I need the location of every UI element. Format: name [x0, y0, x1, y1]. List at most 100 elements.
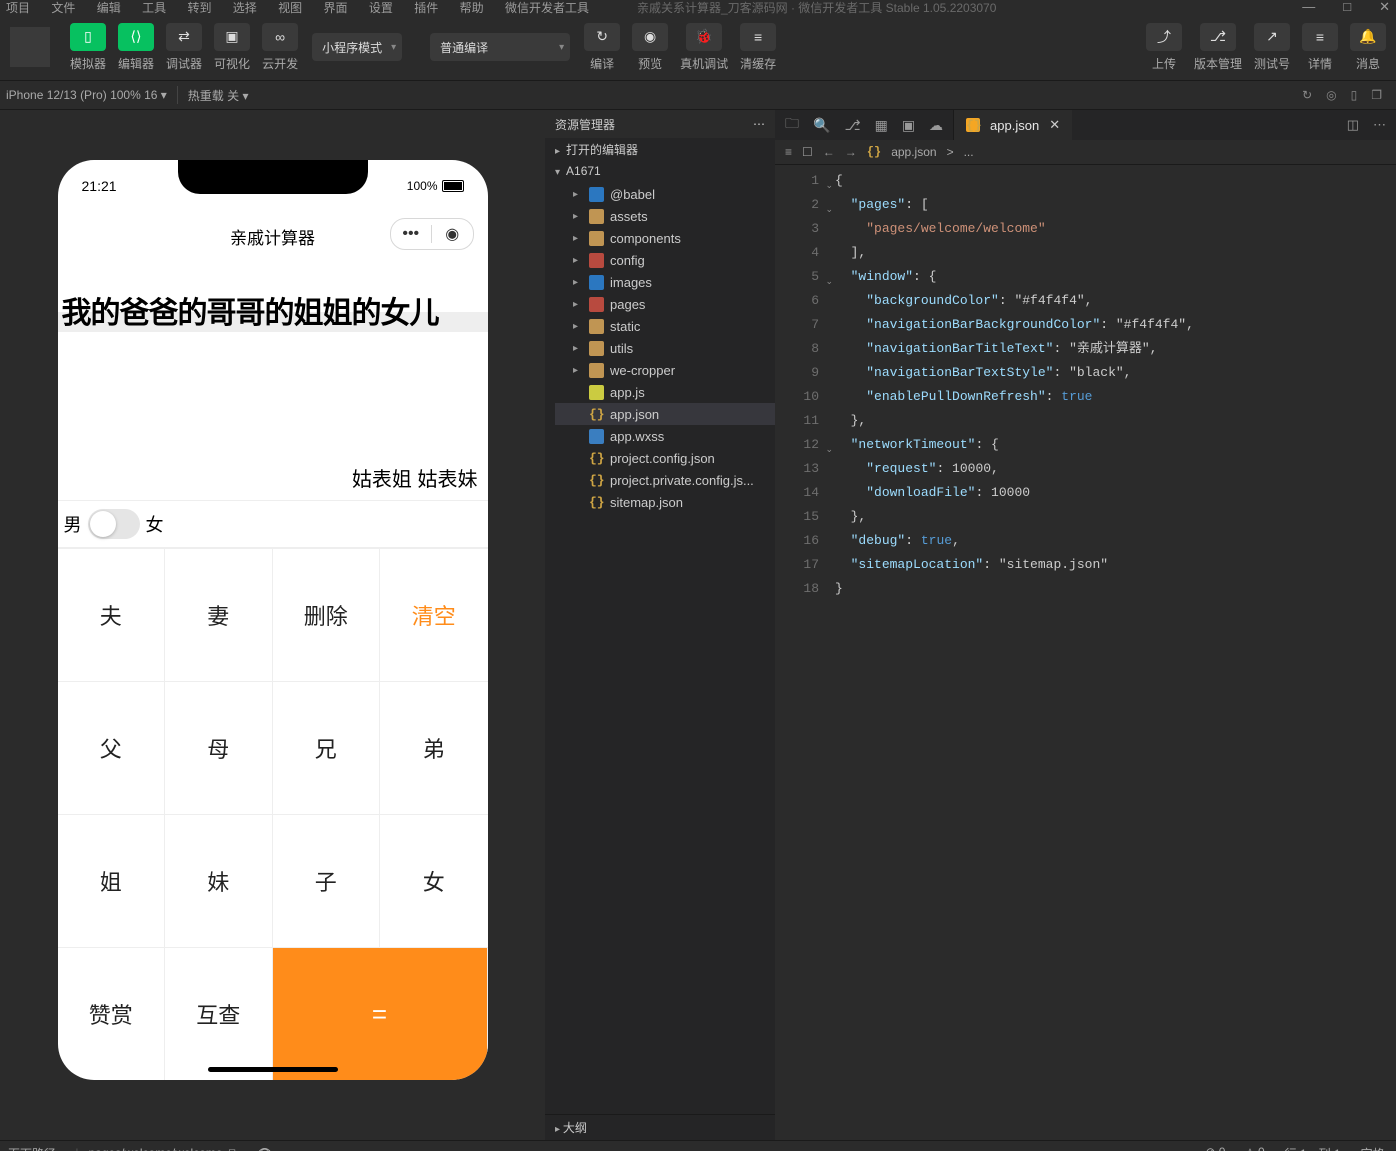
window-maximize-icon[interactable]: □	[1343, 0, 1351, 15]
tree-item-we-cropper[interactable]: ▸we-cropper	[555, 359, 775, 381]
testid-button[interactable]: ↗测试号	[1254, 23, 1290, 72]
key-elder-sister[interactable]: 姐	[58, 814, 166, 947]
menu-item[interactable]: 工具	[142, 1, 166, 15]
tree-item-app-wxss[interactable]: app.wxss	[555, 425, 775, 447]
tree-item--babel[interactable]: ▸@babel	[555, 183, 775, 205]
menu-item[interactable]: 选择	[233, 1, 257, 15]
bookmark-icon[interactable]: ☐	[802, 145, 813, 159]
outline-section[interactable]: 大纲	[545, 1114, 775, 1140]
menu-item[interactable]: 界面	[324, 1, 348, 15]
capsule-button[interactable]: •••◉	[390, 218, 474, 250]
window-minimize-icon[interactable]: —	[1302, 0, 1315, 15]
key-mother[interactable]: 母	[165, 681, 273, 814]
tree-item-components[interactable]: ▸components	[555, 227, 775, 249]
menu-item[interactable]: 视图	[278, 1, 302, 15]
project-avatar[interactable]	[10, 27, 50, 67]
menu-item[interactable]: 文件	[51, 1, 75, 15]
copy-path-icon[interactable]: ⧉	[229, 1146, 238, 1151]
eye-icon[interactable]: 👁	[257, 1146, 272, 1151]
compile-select[interactable]: 普通编译▾	[430, 33, 570, 61]
gender-toggle[interactable]	[88, 509, 140, 539]
tree-item-config[interactable]: ▸config	[555, 249, 775, 271]
page-path-label[interactable]: 页面路径 ▾	[8, 1145, 65, 1151]
menu-item[interactable]: 帮助	[460, 1, 484, 15]
tree-item-assets[interactable]: ▸assets	[555, 205, 775, 227]
tab-close-icon[interactable]: ✕	[1049, 117, 1060, 133]
key-wife[interactable]: 妻	[165, 548, 273, 681]
menu-item[interactable]: 设置	[369, 1, 393, 15]
open-editors-section[interactable]: 打开的编辑器	[545, 138, 775, 161]
breadcrumb-file[interactable]: app.json	[891, 145, 936, 159]
version-button[interactable]: ⎇版本管理	[1194, 23, 1242, 72]
tree-item-pages[interactable]: ▸pages	[555, 293, 775, 315]
more-status-icon[interactable]: ⋯	[286, 1146, 298, 1151]
compile-button[interactable]: ↻编译	[584, 23, 620, 72]
menu-item[interactable]: 编辑	[97, 1, 121, 15]
key-husband[interactable]: 夫	[58, 548, 166, 681]
tree-item-project-config-json[interactable]: {}project.config.json	[555, 447, 775, 469]
simulator-button[interactable]: ▯模拟器	[70, 23, 106, 72]
tree-item-sitemap-json[interactable]: {}sitemap.json	[555, 491, 775, 513]
upload-button[interactable]: ⤴上传	[1146, 23, 1182, 72]
page-path[interactable]: pages/welcome/welcome	[88, 1146, 222, 1151]
deviceframe-icon[interactable]: ▯	[1351, 88, 1358, 102]
window-close-icon[interactable]: ✕	[1379, 0, 1390, 15]
refresh-icon[interactable]: ↻	[1302, 88, 1312, 102]
popout-icon[interactable]: ❐	[1371, 88, 1382, 102]
run-icon[interactable]: ▣	[902, 117, 915, 134]
key-daughter[interactable]: 女	[380, 814, 488, 947]
tree-item-app-js[interactable]: app.js	[555, 381, 775, 403]
search-icon[interactable]: 🔍	[813, 117, 830, 134]
tree-item-project-private-config-js-[interactable]: {}project.private.config.js...	[555, 469, 775, 491]
breadcrumb-more[interactable]: ...	[964, 145, 974, 159]
key-younger-brother[interactable]: 弟	[380, 681, 488, 814]
key-father[interactable]: 父	[58, 681, 166, 814]
key-clear[interactable]: 清空	[380, 548, 488, 681]
key-equals[interactable]: =	[273, 947, 488, 1080]
git-branch-icon[interactable]: ⎇	[844, 117, 860, 134]
project-section[interactable]: A1671	[545, 161, 775, 181]
tree-item-app-json[interactable]: {}app.json	[555, 403, 775, 425]
cloud-icon[interactable]: ☁	[929, 117, 943, 134]
visual-button[interactable]: ▣可视化	[214, 23, 250, 72]
tree-item-utils[interactable]: ▸utils	[555, 337, 775, 359]
key-younger-sister[interactable]: 妹	[165, 814, 273, 947]
problems-warnings[interactable]: △ 0	[1245, 1145, 1264, 1151]
editor-more-icon[interactable]: ⋯	[1373, 117, 1386, 133]
capsule-more-icon[interactable]: •••	[391, 225, 432, 243]
clear-cache-button[interactable]: ≡清缓存	[740, 23, 776, 72]
key-delete[interactable]: 删除	[273, 548, 381, 681]
capsule-close-icon[interactable]: ◉	[432, 224, 473, 244]
hot-reload-select[interactable]: 热重载 关 ▾	[188, 87, 249, 104]
details-button[interactable]: ≡详情	[1302, 23, 1338, 72]
tree-item-static[interactable]: ▸static	[555, 315, 775, 337]
tree-item-images[interactable]: ▸images	[555, 271, 775, 293]
file-explorer-icon[interactable]: 🗀	[785, 113, 799, 137]
device-select[interactable]: iPhone 12/13 (Pro) 100% 16 ▾	[6, 88, 167, 102]
code-editor[interactable]: 1⌄{2⌄ "pages": [3 "pages/welcome/welcome…	[775, 165, 1396, 1140]
menu-item[interactable]: 插件	[414, 1, 438, 15]
split-editor-icon[interactable]: ◫	[1347, 117, 1359, 133]
key-swap[interactable]: 互查	[165, 947, 273, 1080]
record-icon[interactable]: ◎	[1326, 88, 1336, 102]
remote-debug-button[interactable]: 🐞真机调试	[680, 23, 728, 72]
cursor-position[interactable]: 行 1，列 1	[1285, 1145, 1341, 1151]
key-elder-brother[interactable]: 兄	[273, 681, 381, 814]
key-tip[interactable]: 赞赏	[58, 947, 166, 1080]
mode-select[interactable]: 小程序模式▾	[312, 33, 402, 61]
explorer-more-icon[interactable]: ⋯	[753, 117, 765, 131]
back-icon[interactable]: ←	[823, 145, 835, 159]
problems-errors[interactable]: ⊘ 0	[1205, 1145, 1225, 1151]
extensions-icon[interactable]: ▦	[875, 117, 888, 134]
tab-app-json[interactable]: {} app.json ✕	[954, 110, 1072, 140]
toc-icon[interactable]: ≡	[785, 145, 792, 159]
key-son[interactable]: 子	[273, 814, 381, 947]
menu-item[interactable]: 微信开发者工具	[505, 1, 589, 15]
editor-button[interactable]: ⟨⟩编辑器	[118, 23, 154, 72]
indent[interactable]: 空格:	[1361, 1145, 1388, 1151]
messages-button[interactable]: 🔔消息	[1350, 23, 1386, 72]
cloud-button[interactable]: ∞云开发	[262, 23, 298, 72]
debugger-button[interactable]: ⇄调试器	[166, 23, 202, 72]
preview-button[interactable]: ◉预览	[632, 23, 668, 72]
menu-item[interactable]: 项目	[6, 1, 30, 15]
